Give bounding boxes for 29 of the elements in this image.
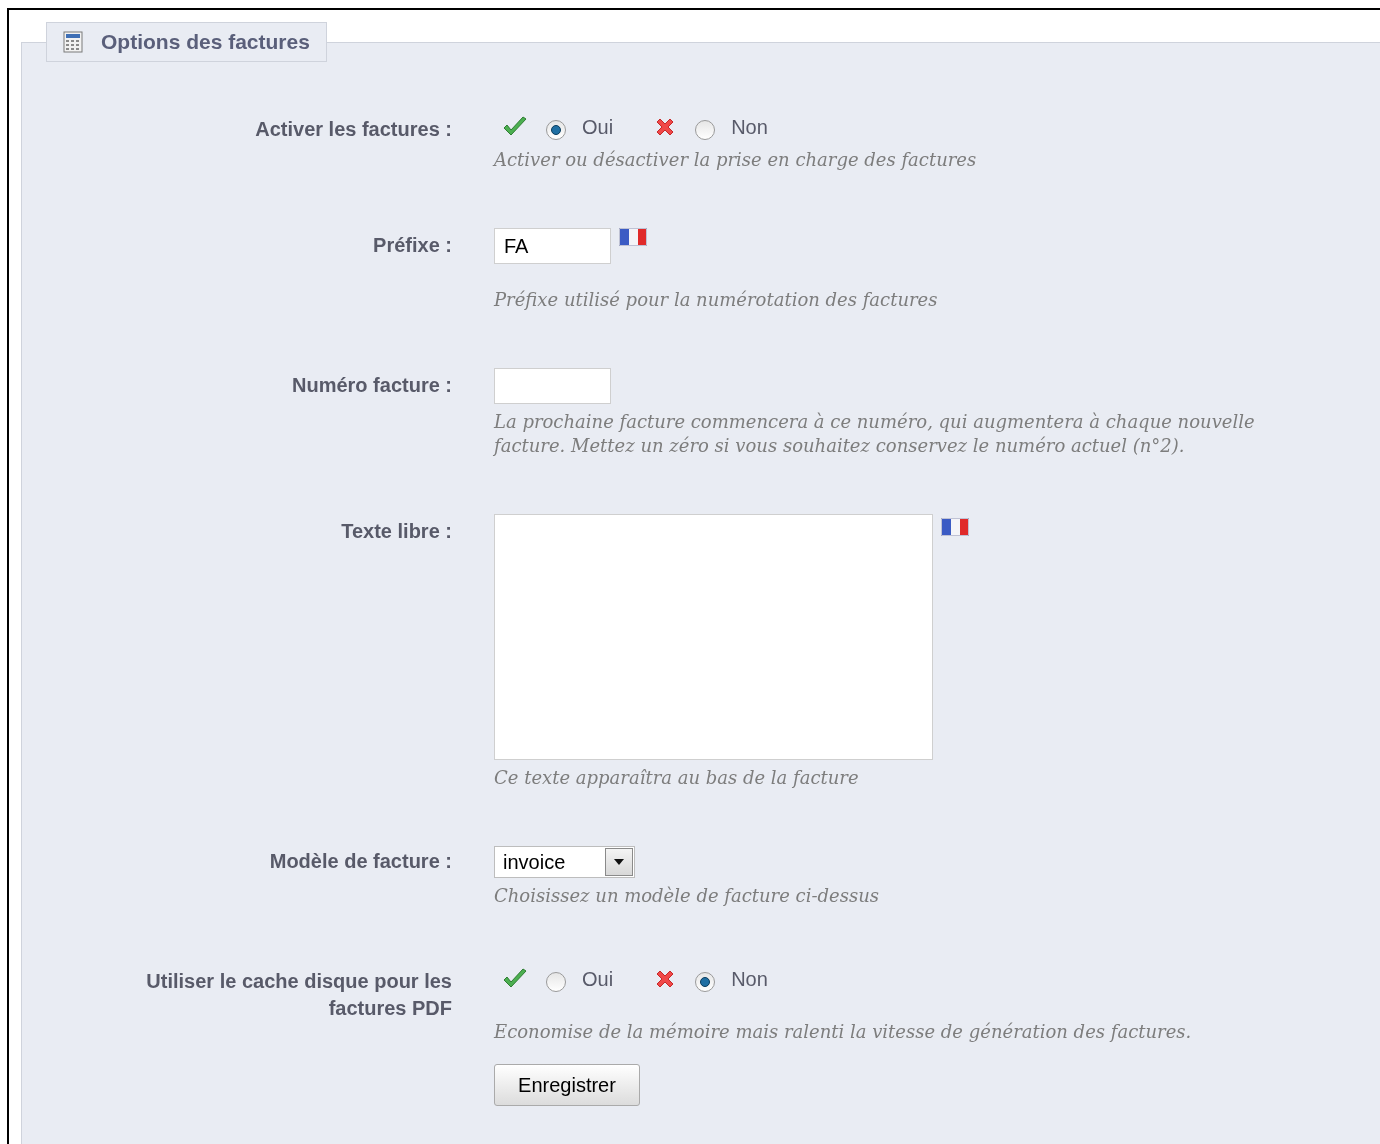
save-button[interactable]: Enregistrer <box>494 1064 640 1106</box>
help-text: Economise de la mémoire mais ralenti la vitesse de génération des factures. <box>494 1020 1192 1044</box>
field-label: Texte libre : <box>341 519 452 544</box>
radio-button[interactable] <box>695 972 716 992</box>
text-field[interactable]: FA <box>494 228 611 264</box>
field-label: Préfixe : <box>373 233 452 258</box>
field-label: Activer les factures : <box>255 117 452 142</box>
calculator-icon <box>63 31 83 53</box>
text-field[interactable] <box>494 368 611 404</box>
field-label: Numéro facture : <box>291 373 452 398</box>
checkmark-icon <box>502 968 528 990</box>
help-text: Préfixe utilisé pour la numérotation des factures <box>494 288 938 312</box>
field-label: Utiliser le cache disque pour les factures PDF <box>145 969 452 1021</box>
dropdown[interactable]: invoice <box>494 846 635 878</box>
radio-button[interactable] <box>695 120 716 140</box>
radio-button[interactable] <box>546 972 566 992</box>
option-label: Non <box>731 115 768 140</box>
help-text: Activer ou désactiver la prise en charge des factures <box>494 148 977 172</box>
caret-icon <box>614 859 624 865</box>
option-label: Oui <box>582 967 614 992</box>
field-label: Modèle de facture : <box>269 849 452 874</box>
option-label: Non <box>731 967 768 992</box>
section-legend: Options des factures <box>46 22 327 62</box>
help-text: La prochaine facture commencera à ce numéro, qui augmentera à chaque nouvelle facture. Mettez un zéro si vous souhaitez conservez le numéro actuel (n°2). <box>494 410 1256 458</box>
help-text: Ce texte apparaîtra au bas de la facture <box>494 766 860 790</box>
help-text: Choisissez un modèle de facture ci-dessus <box>494 884 879 908</box>
option-label: Oui <box>582 115 614 140</box>
checkmark-icon <box>502 116 528 138</box>
radio-button[interactable] <box>546 120 566 140</box>
